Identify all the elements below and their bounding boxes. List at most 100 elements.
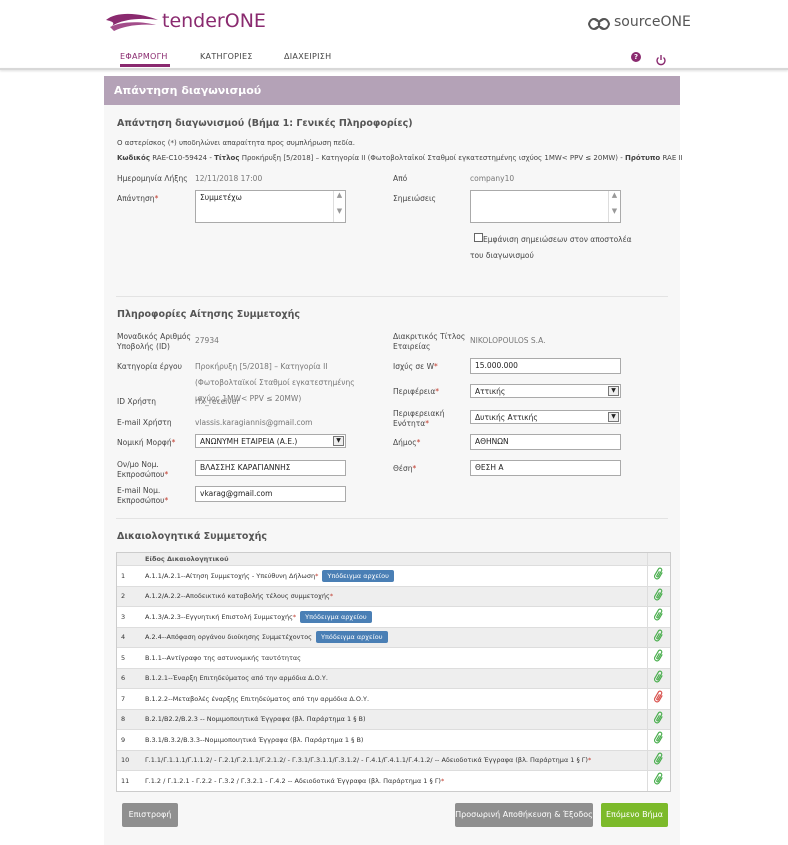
attach-cell (647, 708, 670, 730)
row-doc-cell: Β.1.2.1--Έναρξη Επιτηδεύματος από την αρ… (141, 667, 648, 689)
rep-name-input[interactable]: ΒΛΑΣΣΗΣ ΚΑΡΑΓΙΑΝΝΗΣ (195, 460, 346, 476)
save-exit-button[interactable]: Προσωρινή Αποθήκευση & Έξοδος (455, 803, 593, 827)
nav-tab-categories[interactable]: ΚΑΤΗΓΟΡΙΕΣ (200, 52, 253, 61)
email-label: E-mail Χρήστη (117, 418, 172, 427)
row-number: 7 (117, 688, 141, 709)
paperclip-icon[interactable] (653, 649, 664, 666)
doc-name: Β.2.1/Β2.2/Β.2.3 -- Νομιμοποιητικά Έγγρα… (145, 715, 366, 724)
from-label: Από (393, 174, 408, 183)
infinity-icon (588, 17, 610, 31)
notes-textarea[interactable]: ▲ ▼ (470, 190, 621, 223)
table-row: 10 Γ.1.1/Γ.1.1.1/Γ.1.1.2/ - Γ.2.1/Γ.2.1.1… (117, 749, 670, 771)
legal-form-select[interactable]: ΑΝΩΝΥΜΗ ΕΤΑΙΡΕΙΑ (Α.Ε.) ▼ (195, 434, 346, 448)
expiry-value: 12/11/2018 17:00 (195, 174, 263, 183)
nav-active-indicator (120, 64, 170, 67)
next-step-button[interactable]: Επόμενο Βήμα (601, 803, 668, 827)
region-select[interactable]: Αττικής ▼ (470, 384, 621, 398)
required-asterisk: * (292, 612, 297, 621)
rep-name-value: ΒΛΑΣΣΗΣ ΚΑΡΑΓΙΑΝΝΗΣ (200, 463, 291, 472)
expiry-label: Ημερομηνία Λήξης (117, 174, 188, 183)
paperclip-icon[interactable] (653, 711, 664, 728)
paperclip-icon[interactable] (653, 608, 664, 625)
attach-cell (647, 626, 670, 648)
code-label: Κωδικός (117, 154, 150, 162)
show-notes-label: Εμφάνιση σημειώσεων στον αποστολέα του δ… (470, 235, 632, 260)
header-divider (0, 68, 788, 70)
row-doc-cell: Β.3.1/Β.3.2/Β.3.3--Νομιμοποιητικά Έγγραφ… (141, 729, 648, 750)
doc-name: Γ.1.1/Γ.1.1.1/Γ.1.1.2/ - Γ.2.1/Γ.2.1.1/Γ… (145, 756, 588, 765)
row-doc-cell: Α.2.4--Απόφαση οργάνου διοίκησης Συμμετέ… (141, 626, 648, 648)
paperclip-icon[interactable] (653, 588, 664, 605)
table-row: 4 Α.2.4--Απόφαση οργάνου διοίκησης Συμμετ… (117, 626, 670, 648)
region-label: Περιφέρεια* (393, 387, 440, 396)
paperclip-icon[interactable] (653, 629, 664, 646)
chevron-down-icon: ▼ (333, 436, 344, 446)
legal-form-value: ΑΝΩΝΥΜΗ ΕΤΑΙΡΕΙΑ (Α.Ε.) (200, 437, 298, 446)
attach-cell (647, 565, 670, 586)
paperclip-icon[interactable] (653, 670, 664, 687)
row-doc-cell: Β.2.1/Β2.2/Β.2.3 -- Νομιμοποιητικά Έγγρα… (141, 708, 648, 730)
paperclip-icon[interactable] (653, 752, 664, 769)
row-number: 10 (117, 749, 141, 771)
paperclip-icon[interactable] (653, 731, 664, 748)
help-icon[interactable]: ? (631, 52, 641, 62)
required-asterisk: * (329, 592, 334, 601)
attach-cell (647, 688, 670, 709)
attach-cell (647, 729, 670, 750)
answer-scrollbar[interactable]: ▲ ▼ (333, 191, 345, 222)
back-button[interactable]: Επιστροφή (122, 803, 178, 827)
row-number: 8 (117, 708, 141, 730)
municipality-input[interactable]: ΑΘΗΝΩΝ (470, 434, 621, 450)
doc-name: Α.2.4--Απόφαση οργάνου διοίκησης Συμμετέ… (145, 633, 312, 642)
required-note: Ο αστερίσκος (*) υποδηλώνει απαραίτητα π… (117, 139, 355, 147)
row-number: 2 (117, 585, 141, 607)
row-doc-cell: Γ.1.1/Γ.1.1.1/Γ.1.1.2/ - Γ.2.1/Γ.2.1.1/Γ… (141, 749, 648, 771)
row-number: 5 (117, 647, 141, 668)
paperclip-icon[interactable] (653, 567, 664, 584)
partner-logo: sourceONE (588, 14, 691, 36)
position-input[interactable]: ΘΕΣΗ Α (470, 460, 621, 476)
required-asterisk: * (315, 571, 319, 580)
paperclip-icon[interactable] (653, 772, 664, 789)
regional-unit-select[interactable]: Δυτικής Αττικής ▼ (470, 410, 621, 424)
documents-table-wrap: Είδος Δικαιολογητικού 1 Α.1.1/Α.2.1--Αίτη… (116, 552, 671, 792)
table-row: 6 Β.1.2.1--Έναρξη Επιτηδεύματος από την α… (117, 667, 670, 689)
position-label: Θέση* (393, 464, 417, 473)
doc-name: Γ.1.2 / Γ.1.2.1 - Γ.2.2 - Γ.3.2 / Γ.3.2.… (145, 776, 441, 785)
section-divider-1 (116, 296, 668, 297)
regional-unit-value: Δυτικής Αττικής (475, 413, 538, 422)
row-doc-cell: Β.1.2.2--Μεταβολές έναρξης Επιτηδεύματος… (141, 688, 648, 709)
doc-name: Α.1.1/Α.2.1--Αίτηση Συμμετοχής - Υπεύθυν… (145, 571, 316, 580)
row-number: 1 (117, 565, 141, 586)
paperclip-icon[interactable] (653, 690, 664, 707)
row-number: 11 (117, 770, 141, 791)
participation-title: Πληροφορίες Αίτησης Συμμετοχής (117, 309, 301, 320)
chevron-down-icon: ▼ (608, 386, 619, 396)
attach-cell (647, 647, 670, 668)
power-label: Ισχύς σε W* (393, 362, 438, 371)
power-icon[interactable] (655, 51, 667, 66)
sample-file-button[interactable]: Υπόδειγμα αρχείου (300, 610, 372, 623)
table-row: 8 Β.2.1/Β2.2/Β.2.3 -- Νομιμοποιητικά Έγγρ… (117, 708, 670, 730)
rep-email-input[interactable]: vkarag@gmail.com (195, 486, 346, 502)
answer-textarea[interactable]: Συμμετέχω ▲ ▼ (195, 190, 346, 223)
brand-logo[interactable]: tenderONE (104, 10, 266, 36)
table-row: 2 Α.1.2/Α.2.2--Αποδεικτικό καταβολής τέλο… (117, 585, 670, 607)
column-header-doc-type: Είδος Δικαιολογητικού (141, 553, 648, 566)
documents-table-header: Είδος Δικαιολογητικού (117, 553, 670, 566)
legal-form-label: Νομική Μορφή* (117, 438, 176, 447)
sample-file-button[interactable]: Υπόδειγμα αρχείου (316, 631, 388, 644)
sample-file-button[interactable]: Υπόδειγμα αρχείου (322, 569, 394, 582)
from-value: company10 (470, 174, 515, 183)
nav-tab-administration[interactable]: ΔΙΑΧΕΙΡΙΣΗ (284, 52, 331, 61)
template-value: RAE II (662, 154, 683, 162)
chevron-down-icon: ▼ (608, 412, 619, 422)
table-row: 9 Β.3.1/Β.3.2/Β.3.3--Νομιμοποιητικά Έγγρα… (117, 729, 670, 750)
brand-swoosh-icon (106, 13, 158, 31)
section-divider-2 (116, 518, 668, 519)
notes-scrollbar[interactable]: ▲ ▼ (608, 191, 620, 222)
power-input[interactable]: 15.000.000 (470, 358, 621, 374)
nav-tab-application[interactable]: ΕΦΑΡΜΟΓΗ (120, 52, 168, 61)
documents-table: Είδος Δικαιολογητικού 1 Α.1.1/Α.2.1--Αίτη… (117, 553, 670, 791)
doc-name: Β.1.1--Αντίγραφο της αστυνομικής ταυτότη… (145, 653, 301, 662)
